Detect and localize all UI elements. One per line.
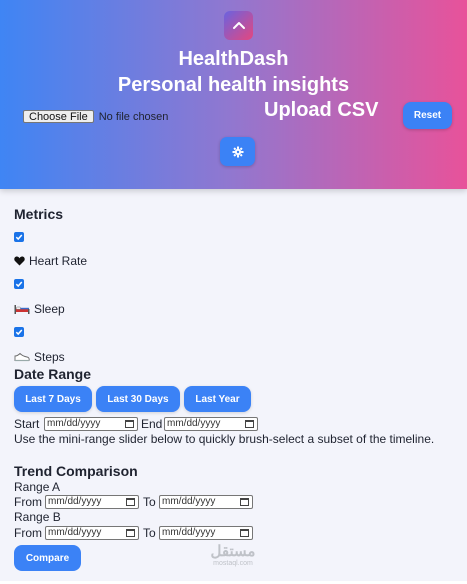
to-label: To (143, 526, 156, 540)
last-30-days-button[interactable]: Last 30 Days (96, 386, 180, 412)
app-subtitle: Personal health insights (117, 74, 350, 96)
from-label: From (14, 526, 42, 540)
heart-icon (14, 256, 25, 266)
calendar-icon[interactable] (240, 498, 249, 506)
calendar-icon[interactable] (245, 420, 254, 428)
from-label: From (14, 495, 42, 509)
start-label: Start (14, 417, 40, 431)
date-placeholder: mm/dd/yyyy (162, 496, 216, 507)
bed-icon (14, 303, 30, 315)
reset-button[interactable]: Reset (403, 102, 452, 129)
end-date-input[interactable]: mm/dd/yyyy (164, 417, 258, 431)
date-placeholder: mm/dd/yyyy (48, 496, 102, 507)
calendar-icon[interactable] (126, 529, 135, 537)
settings-button[interactable] (220, 137, 255, 166)
shoe-icon (14, 352, 30, 362)
last-7-days-button[interactable]: Last 7 Days (14, 386, 92, 412)
metric-heart-rate: Heart Rate (14, 254, 87, 268)
checkmark-icon (15, 329, 23, 336)
date-placeholder: mm/dd/yyyy (167, 418, 221, 429)
metrics-heading: Metrics (14, 206, 64, 222)
range-a-to-input[interactable]: mm/dd/yyyy (159, 495, 253, 509)
file-status: No file chosen (98, 110, 169, 123)
upload-csv-label: Upload CSV (264, 99, 379, 121)
compare-button[interactable]: Compare (14, 545, 81, 571)
chevron-up-icon (232, 21, 245, 29)
heart-rate-checkbox[interactable] (14, 232, 24, 242)
start-date-input[interactable]: mm/dd/yyyy (44, 417, 138, 431)
date-placeholder: mm/dd/yyyy (47, 418, 101, 429)
watermark-url: mostaql.com (213, 560, 253, 567)
app-logo (224, 11, 253, 40)
checkmark-icon (15, 281, 23, 288)
trend-heading: Trend Comparison (14, 463, 138, 479)
metric-label: Steps (34, 350, 65, 364)
range-hint: Use the mini-range slider below to quick… (14, 432, 435, 446)
header-banner: HealthDash Personal health insights Choo… (0, 0, 467, 189)
metric-steps: Steps (14, 350, 65, 364)
date-placeholder: mm/dd/yyyy (162, 527, 216, 538)
calendar-icon[interactable] (125, 420, 134, 428)
range-b-to-input[interactable]: mm/dd/yyyy (159, 526, 253, 540)
steps-checkbox[interactable] (14, 327, 24, 337)
metric-label: Sleep (34, 302, 65, 316)
range-b-from-input[interactable]: mm/dd/yyyy (45, 526, 139, 540)
calendar-icon[interactable] (126, 498, 135, 506)
watermark-logo-text: مستقل (210, 543, 256, 560)
metric-label: Heart Rate (29, 254, 88, 268)
range-b-label: Range B (14, 510, 61, 524)
last-year-button[interactable]: Last Year (184, 386, 251, 412)
gear-icon (232, 146, 243, 157)
sleep-checkbox[interactable] (14, 279, 24, 289)
file-picker[interactable]: Choose File No file chosen (23, 110, 168, 123)
calendar-icon[interactable] (240, 529, 249, 537)
range-a-from-input[interactable]: mm/dd/yyyy (45, 495, 139, 509)
range-a-label: Range A (14, 480, 61, 494)
checkmark-icon (15, 234, 23, 241)
watermark: مستقل mostaql.com (203, 543, 263, 568)
date-placeholder: mm/dd/yyyy (48, 527, 102, 538)
end-label: End (141, 417, 163, 431)
app-title: HealthDash (178, 48, 289, 70)
metric-sleep: Sleep (14, 302, 65, 316)
choose-file-button[interactable]: Choose File (23, 110, 94, 123)
to-label: To (143, 495, 156, 509)
date-range-heading: Date Range (14, 366, 92, 382)
